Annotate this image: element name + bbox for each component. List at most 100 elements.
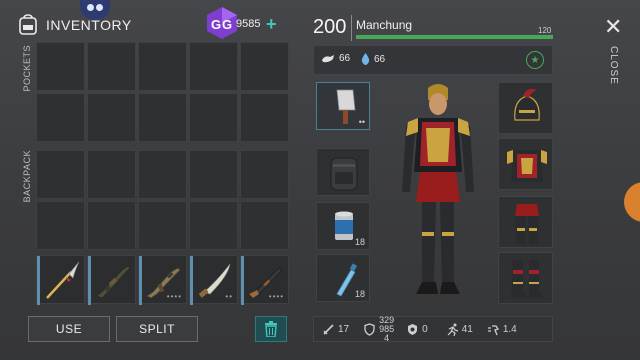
boots-icon bbox=[511, 260, 545, 298]
trash-button[interactable] bbox=[255, 316, 287, 342]
durability-dots: •• bbox=[225, 292, 233, 301]
equip-slot-chest[interactable] bbox=[498, 138, 553, 190]
backpack-slot[interactable] bbox=[36, 201, 85, 250]
backpack-slot[interactable] bbox=[36, 150, 85, 199]
weapon-marker bbox=[37, 256, 40, 305]
armor-value-line: 4 bbox=[384, 332, 390, 343]
backpack-slot[interactable] bbox=[138, 201, 187, 250]
equip-slot-boots[interactable] bbox=[498, 252, 553, 304]
close-label[interactable]: CLOSE bbox=[608, 46, 619, 85]
defense-shield-icon bbox=[408, 323, 418, 335]
pocket-slot[interactable] bbox=[36, 93, 85, 142]
character-model bbox=[402, 84, 474, 294]
backpack-item-icon bbox=[330, 157, 358, 191]
player-level: 200 bbox=[313, 16, 347, 38]
quick-slot-backpack[interactable] bbox=[316, 148, 370, 196]
pocket-slot[interactable] bbox=[189, 93, 238, 142]
pocket-slot[interactable] bbox=[138, 93, 187, 142]
inventory-title: INVENTORY bbox=[46, 17, 132, 33]
speed-value: 41 bbox=[461, 323, 473, 335]
weapon-marker bbox=[88, 256, 91, 305]
durability-dots: •••• bbox=[268, 292, 284, 301]
food-icon bbox=[322, 54, 334, 62]
armor-stat: 329 985 4 bbox=[363, 315, 394, 343]
weapon-slot-assault-rifle[interactable]: •••• bbox=[138, 255, 187, 305]
backpack-slot[interactable] bbox=[240, 150, 289, 199]
pocket-slot[interactable] bbox=[189, 42, 238, 91]
use-button[interactable]: USE bbox=[28, 316, 110, 342]
spear-icon bbox=[46, 261, 80, 299]
chest-armor-icon bbox=[507, 150, 547, 182]
pocket-slot[interactable] bbox=[36, 42, 85, 91]
water-value: 66 bbox=[374, 53, 386, 65]
durability-dots: •••• bbox=[166, 292, 182, 301]
water-stat: 66 bbox=[361, 53, 385, 65]
pocket-slot[interactable] bbox=[138, 42, 187, 91]
player-name: Manchung bbox=[356, 18, 413, 32]
quick-slot-canned-food[interactable]: 18 bbox=[316, 202, 370, 250]
rate-stat: 1.4 bbox=[487, 323, 517, 336]
armor-value: 329 985 4 bbox=[379, 315, 394, 343]
quick-slot-water-bottle[interactable]: 18 bbox=[316, 254, 370, 302]
add-coins-button[interactable]: + bbox=[266, 14, 277, 35]
equip-slot-pants[interactable] bbox=[498, 196, 553, 248]
backpack-slot[interactable] bbox=[138, 150, 187, 199]
pants-icon bbox=[515, 204, 539, 244]
durability-dots: •• bbox=[358, 117, 365, 127]
pocket-slot[interactable] bbox=[87, 42, 136, 91]
rate-value: 1.4 bbox=[502, 323, 517, 335]
trash-icon bbox=[265, 321, 277, 337]
weapon-slot-shotgun[interactable]: •••• bbox=[240, 255, 289, 305]
svg-text:G: G bbox=[222, 17, 232, 32]
weapon-slot-rifle[interactable] bbox=[87, 255, 136, 305]
backpack-icon bbox=[19, 14, 37, 35]
inventory-header: INVENTORY bbox=[18, 14, 132, 36]
defense-value: 0 bbox=[422, 323, 428, 335]
backpack-label: BACKPACK bbox=[22, 150, 32, 203]
equip-slot-helmet[interactable] bbox=[498, 82, 553, 134]
speed-stat: 41 bbox=[446, 323, 473, 336]
pocket-slot[interactable] bbox=[240, 42, 289, 91]
backpack-slot[interactable] bbox=[87, 201, 136, 250]
combat-stats-bar: 17 329 985 4 0 41 1.4 bbox=[313, 315, 553, 343]
running-icon bbox=[447, 323, 458, 336]
backpack-slot[interactable] bbox=[87, 150, 136, 199]
xp-max: 120 bbox=[538, 26, 552, 35]
pocket-slot[interactable] bbox=[87, 93, 136, 142]
svg-text:G: G bbox=[211, 17, 221, 32]
close-icon[interactable]: ✕ bbox=[604, 14, 622, 40]
weapon-slot-spear[interactable] bbox=[36, 255, 85, 305]
weapon-marker bbox=[139, 256, 142, 305]
attack-stat: 17 bbox=[322, 323, 349, 336]
side-tab-button[interactable] bbox=[624, 182, 640, 222]
split-button[interactable]: SPLIT bbox=[116, 316, 198, 342]
attack-value: 17 bbox=[338, 323, 350, 335]
weapon-marker bbox=[190, 256, 193, 305]
perks-star-button[interactable]: ★ bbox=[526, 51, 544, 69]
pocket-slot[interactable] bbox=[240, 93, 289, 142]
level-divider bbox=[351, 15, 352, 41]
star-icon: ★ bbox=[530, 54, 540, 66]
item-count: 18 bbox=[354, 289, 365, 299]
weapon-slot-machete[interactable]: •• bbox=[189, 255, 238, 305]
backpack-slot[interactable] bbox=[240, 201, 289, 250]
inventory-screen: INVENTORY G G 9585 + POCKETS BACKPACK ••… bbox=[0, 0, 640, 360]
item-count: 18 bbox=[354, 237, 365, 247]
sprint-icon bbox=[487, 324, 499, 335]
coins-count: 9585 bbox=[236, 18, 261, 30]
water-drop-icon bbox=[361, 53, 370, 65]
helmet-icon bbox=[514, 88, 540, 121]
gg-overlay-icon[interactable]: G G bbox=[205, 6, 239, 40]
defense-stat: 0 bbox=[406, 323, 428, 336]
xp-bar-fill bbox=[356, 35, 553, 39]
pockets-label: POCKETS bbox=[22, 45, 32, 92]
backpack-slot[interactable] bbox=[189, 201, 238, 250]
backpack-slot[interactable] bbox=[189, 150, 238, 199]
quick-slot-cleaver[interactable]: •• bbox=[316, 82, 370, 130]
food-value: 66 bbox=[339, 53, 351, 64]
weapon-marker bbox=[241, 256, 244, 305]
rifle-icon bbox=[96, 265, 131, 299]
shield-icon bbox=[364, 322, 375, 336]
sword-icon bbox=[323, 323, 334, 335]
food-stat: 66 bbox=[321, 53, 350, 64]
